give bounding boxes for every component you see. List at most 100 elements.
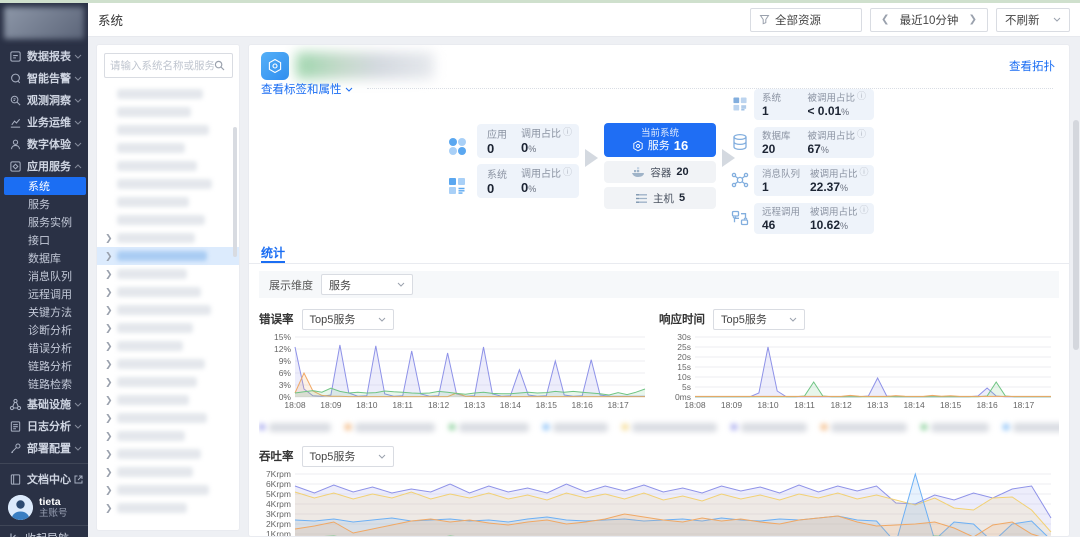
sidebar-item-trace-analysis[interactable]: 链路分析 (0, 357, 88, 375)
current-system-node[interactable]: 当前系统 服务16 (604, 123, 716, 157)
info-icon[interactable]: ⓘ (857, 130, 866, 139)
legend-item-blurred[interactable] (1003, 423, 1059, 432)
info-icon[interactable]: ⓘ (860, 206, 869, 215)
system-list-item[interactable]: ❯ (97, 409, 240, 427)
chevron-right-icon[interactable]: ❯ (105, 305, 113, 316)
chevron-right-icon[interactable]: ❯ (105, 269, 113, 280)
sidebar-item-message-queue[interactable]: 消息队列 (0, 267, 88, 285)
system-list-item[interactable] (97, 121, 240, 139)
user-account[interactable]: tieta 主账号 (0, 490, 88, 525)
chevron-right-icon[interactable]: ❯ (105, 323, 113, 334)
chevron-right-icon[interactable]: ❯ (105, 251, 113, 262)
error-rate-top5-select[interactable]: Top5服务 (302, 309, 394, 330)
system-list-item[interactable]: ❯ (97, 265, 240, 283)
sidebar-item-business-ops[interactable]: 业务运维 (0, 111, 88, 133)
legend-item-blurred[interactable] (449, 423, 529, 432)
sidebar-item-observe-insight[interactable]: 观测洞察 (0, 89, 88, 111)
system-list-item[interactable] (97, 211, 240, 229)
sidebar-item-deploy-config[interactable]: 部署配置 (0, 437, 88, 459)
sidebar-item-trace-search[interactable]: 链路检索 (0, 375, 88, 393)
list-scrollbar[interactable] (233, 127, 237, 257)
system-list-item[interactable]: ❯ (97, 283, 240, 301)
system-list-item[interactable]: ❯ (97, 247, 240, 265)
main-scrollbar[interactable] (1073, 120, 1079, 350)
sidebar-item-service-instance[interactable]: 服务实例 (0, 213, 88, 231)
sidebar-item-digital-experience[interactable]: 数字体验 (0, 133, 88, 155)
system-list-item[interactable]: ❯ (97, 445, 240, 463)
system-list-item[interactable]: ❯ (97, 463, 240, 481)
sidebar-item-error-analysis[interactable]: 错误分析 (0, 339, 88, 357)
sidebar-item-diagnosis[interactable]: 诊断分析 (0, 321, 88, 339)
resource-filter[interactable]: 全部资源 (750, 8, 862, 32)
chevron-right-icon[interactable]: ❯ (105, 413, 113, 424)
dep-row-message-queue[interactable]: 消息队列 1 被调用占比ⓘ 22.37% (754, 165, 874, 196)
sidebar-item-remote-call[interactable]: 远程调用 (0, 285, 88, 303)
chevron-right-icon[interactable]: ❯ (105, 341, 113, 352)
chevron-right-icon[interactable]: ❯ (105, 431, 113, 442)
system-list-item[interactable] (97, 175, 240, 193)
throughput-top5-select[interactable]: Top5服务 (302, 446, 394, 467)
containers-node[interactable]: 容器20 (604, 161, 716, 183)
system-list-item[interactable]: ❯ (97, 499, 240, 517)
sidebar-item-infrastructure[interactable]: 基础设施 (0, 393, 88, 415)
system-list-item[interactable]: ❯ (97, 229, 240, 247)
chevron-right-icon[interactable]: ❯ (105, 233, 113, 244)
view-tags-link[interactable]: 查看标签和属性 (261, 81, 353, 97)
sidebar-item-service[interactable]: 服务 (0, 195, 88, 213)
chevron-right-icon[interactable]: ❯ (105, 503, 113, 514)
chevron-right-icon[interactable]: ❯ (105, 449, 113, 460)
view-topology-link[interactable]: 查看拓扑 (1009, 58, 1055, 74)
chart-legend-blurred[interactable] (259, 417, 1059, 437)
topology-node-apps[interactable]: 应用 0 调用占比ⓘ 0% (477, 124, 579, 158)
chevron-right-icon[interactable]: ❯ (105, 467, 113, 478)
legend-item-blurred[interactable] (622, 423, 717, 432)
error-rate-chart[interactable]: 0%3%6%9%12%15%18:0818:0918:1018:1118:121… (259, 331, 653, 414)
dep-row-remote-call[interactable]: 远程调用 46 被调用占比ⓘ 10.62% (754, 203, 874, 234)
system-list-item[interactable] (97, 139, 240, 157)
chevron-right-icon[interactable]: ❯ (105, 359, 113, 370)
info-icon[interactable]: ⓘ (563, 168, 572, 177)
sidebar-item-database[interactable]: 数据库 (0, 249, 88, 267)
sidebar-item-log-analysis[interactable]: 日志分析 (0, 415, 88, 437)
info-icon[interactable]: ⓘ (857, 92, 866, 101)
legend-item-blurred[interactable] (731, 423, 807, 432)
dep-row-system[interactable]: 系统 1 被调用占比ⓘ < 0.01% (754, 89, 874, 120)
system-list-item[interactable]: ❯ (97, 301, 240, 319)
refresh-interval-select[interactable]: 不刷新 (996, 8, 1070, 32)
response-time-chart[interactable]: 0ms5s10s15s20s25s30s18:0818:0918:1018:11… (659, 331, 1059, 414)
system-list-item[interactable]: ❯ (97, 373, 240, 391)
legend-item-blurred[interactable] (821, 423, 907, 432)
hosts-node[interactable]: 主机5 (604, 187, 716, 209)
system-list-item[interactable]: ❯ (97, 355, 240, 373)
info-icon[interactable]: ⓘ (860, 168, 869, 177)
system-list-item[interactable]: ❯ (97, 337, 240, 355)
system-list-item[interactable] (97, 103, 240, 121)
system-list-item[interactable] (97, 193, 240, 211)
topology-node-systems[interactable]: 系统 0 调用占比ⓘ 0% (477, 164, 579, 198)
info-icon[interactable]: ⓘ (563, 128, 572, 137)
sidebar-item-key-methods[interactable]: 关键方法 (0, 303, 88, 321)
tab-statistics[interactable]: 统计 (261, 244, 285, 261)
system-list-item[interactable]: ❯ (97, 319, 240, 337)
system-search[interactable] (104, 53, 233, 78)
collapse-nav-button[interactable]: 收起导航 (0, 525, 88, 537)
system-list-item[interactable]: ❯ (97, 427, 240, 445)
search-input[interactable] (110, 60, 214, 72)
system-list-item[interactable]: ❯ (97, 391, 240, 409)
chevron-right-icon[interactable]: ❯ (105, 485, 113, 496)
response-time-top5-select[interactable]: Top5服务 (713, 309, 805, 330)
sidebar-item-smart-alerts[interactable]: 智能告警 (0, 67, 88, 89)
sidebar-item-app-services[interactable]: 应用服务 (0, 155, 88, 177)
legend-item-blurred[interactable] (921, 423, 989, 432)
chevron-right-icon[interactable]: ❯ (105, 377, 113, 388)
legend-item-blurred[interactable] (543, 423, 608, 432)
time-prev-button[interactable]: ❮ (879, 14, 891, 25)
sidebar-item-interface[interactable]: 接口 (0, 231, 88, 249)
legend-item-blurred[interactable] (259, 423, 331, 432)
system-list-item[interactable]: ❯ (97, 481, 240, 499)
time-range-value[interactable]: 最近10分钟 (900, 12, 959, 28)
time-next-button[interactable]: ❯ (967, 14, 979, 25)
sidebar-item-system[interactable]: 系统 (4, 177, 86, 195)
chevron-right-icon[interactable]: ❯ (105, 395, 113, 406)
chevron-right-icon[interactable]: ❯ (105, 287, 113, 298)
